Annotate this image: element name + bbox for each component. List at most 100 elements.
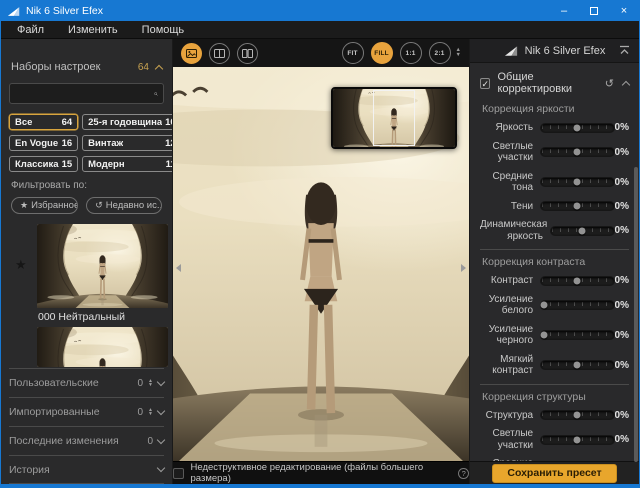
app-logo-icon [7,6,21,17]
save-preset-button[interactable]: Сохранить пресет [492,464,616,483]
collapse-right-panel-arrow[interactable] [461,264,466,272]
category-classic[interactable]: Классика 15 [9,156,78,172]
preset-favorite-star-icon[interactable]: ★ [15,257,27,273]
preset-thumbnail-neutral[interactable] [37,224,168,308]
global-adjustments-checkbox[interactable]: ✓ [480,78,490,89]
adjustments-panel-title: Nik 6 Silver Efex [525,45,606,57]
stepper-icon[interactable]: ▲▼ [148,408,153,416]
navigator-thumbnail[interactable] [331,87,457,149]
presets-count: 64 [138,62,149,73]
info-icon[interactable]: ? [458,468,469,479]
nik-logo-icon [504,45,519,57]
slider-track[interactable] [540,435,614,445]
section-custom[interactable]: Пользовательские 0 ▲▼ [9,368,164,397]
preset-search[interactable] [9,83,164,104]
category-en-vogue[interactable]: En Vogue 16 [9,135,78,151]
presets-panel-title: Наборы настроек [11,61,100,73]
slider-dynamic-brightness: Динамическая яркость 0% [480,219,629,242]
slider-soft-contrast: Мягкий контраст 0% [480,354,629,377]
panel-scrollbar[interactable] [634,167,638,462]
menu-file[interactable]: Файл [17,24,44,36]
slider-contrast: Контраст 0% [480,275,629,287]
slider-thumb[interactable] [574,203,581,210]
side-by-side-preview-button[interactable] [237,43,258,64]
title-bar: Nik 6 Silver Efex – × [1,1,639,21]
slider-track[interactable] [550,226,615,236]
menu-edit[interactable]: Изменить [68,24,118,36]
category-vintage[interactable]: Винтаж 12 [82,135,173,151]
slider-thumb[interactable] [579,227,586,234]
menu-bar: Файл Изменить Помощь [1,21,639,39]
slider-track[interactable] [540,410,614,420]
chevron-down-icon[interactable] [157,435,165,443]
zoom-fit-button[interactable]: FIT [342,42,364,64]
slider-thumb[interactable] [574,436,581,443]
zoom-fill-button[interactable]: FILL [371,42,393,64]
slider-thumb[interactable] [574,412,581,419]
reset-icon[interactable]: ↺ [605,77,614,90]
slider-thumb[interactable] [574,149,581,156]
slider-highlights: Светлые участки 0% [480,141,629,164]
adjustments-scroll-area[interactable]: ✓ Общие корректировки ↺ Коррекция яркост… [470,63,639,461]
slider-track[interactable] [540,330,614,340]
preset-categories: Все 64 25-я годовщина 10 En Vogue 16 Вин… [9,114,164,172]
search-icon [154,88,158,100]
category-modern[interactable]: Модерн 11 [82,156,173,172]
structure-group-title: Коррекция структуры [482,391,629,403]
filter-favorites-button[interactable]: ★ Избранное [11,197,78,214]
close-button[interactable]: × [609,1,639,21]
zoom-stepper-icon[interactable]: ▲▼ [456,48,461,58]
slider-track[interactable] [540,201,614,211]
slider-track[interactable] [540,123,614,133]
zoom-1-1-button[interactable]: 1:1 [400,42,422,64]
chevron-up-icon[interactable] [622,80,630,88]
split-preview-button[interactable] [209,43,230,64]
slider-track[interactable] [540,276,614,286]
menu-help[interactable]: Помощь [142,24,185,36]
preset-list: ★ 000 Нейтральный [1,221,172,368]
filter-recent-button[interactable]: ↺ Недавно ис... [86,197,162,214]
stepper-icon[interactable]: ▲▼ [148,379,153,387]
preset-name: 000 Нейтральный [38,311,125,323]
slider-thumb[interactable] [574,179,581,186]
nondestructive-checkbox[interactable] [173,468,184,479]
slider-track[interactable] [540,147,614,157]
slider-thumb[interactable] [574,277,581,284]
preset-search-input[interactable] [10,88,154,99]
category-anniversary[interactable]: 25-я годовщина 10 [82,114,173,130]
zoom-2-1-button[interactable]: 2:1 [429,42,451,64]
section-history[interactable]: История [9,455,164,484]
slider-thumb[interactable] [574,124,581,131]
single-preview-button[interactable] [181,43,202,64]
slider-thumb[interactable] [540,302,547,309]
window-title: Nik 6 Silver Efex [26,5,103,17]
preset-thumbnail-next[interactable] [37,327,168,367]
chevron-down-icon[interactable] [157,464,165,472]
star-icon: ★ [20,200,28,211]
contrast-group-title: Коррекция контраста [482,256,629,268]
category-all[interactable]: Все 64 [9,114,78,130]
slider-track[interactable] [540,360,614,370]
chevron-down-icon[interactable] [157,377,165,385]
chevron-down-icon[interactable] [157,406,165,414]
brightness-group-title: Коррекция яркости [482,103,629,115]
slider-amplify-whites: Усиление белого 0% [480,294,629,317]
canvas-column: FIT FILL 1:1 2:1 ▲▼ [173,39,469,484]
presets-collapse-chevron[interactable] [155,64,163,72]
slider-thumb[interactable] [540,332,547,339]
collapse-left-panel-arrow[interactable] [176,264,181,272]
minimize-button[interactable]: – [549,1,579,21]
maximize-button[interactable] [579,1,609,21]
maximize-icon [590,7,598,15]
collapse-panel-icon[interactable] [619,45,630,56]
slider-thumb[interactable] [574,362,581,369]
slider-track[interactable] [540,177,614,187]
image-canvas[interactable] [173,67,469,461]
section-recent-edits[interactable]: Последние изменения 0 [9,426,164,455]
navigator-viewport-rect[interactable] [373,90,415,146]
canvas-footer: Недеструктивное редактирование (файлы бо… [173,461,469,484]
preview-toolbar: FIT FILL 1:1 2:1 ▲▼ [173,39,469,67]
slider-track[interactable] [540,300,614,310]
section-imported[interactable]: Импортированные 0 ▲▼ [9,397,164,426]
slider-shadows: Тени 0% [480,201,629,213]
